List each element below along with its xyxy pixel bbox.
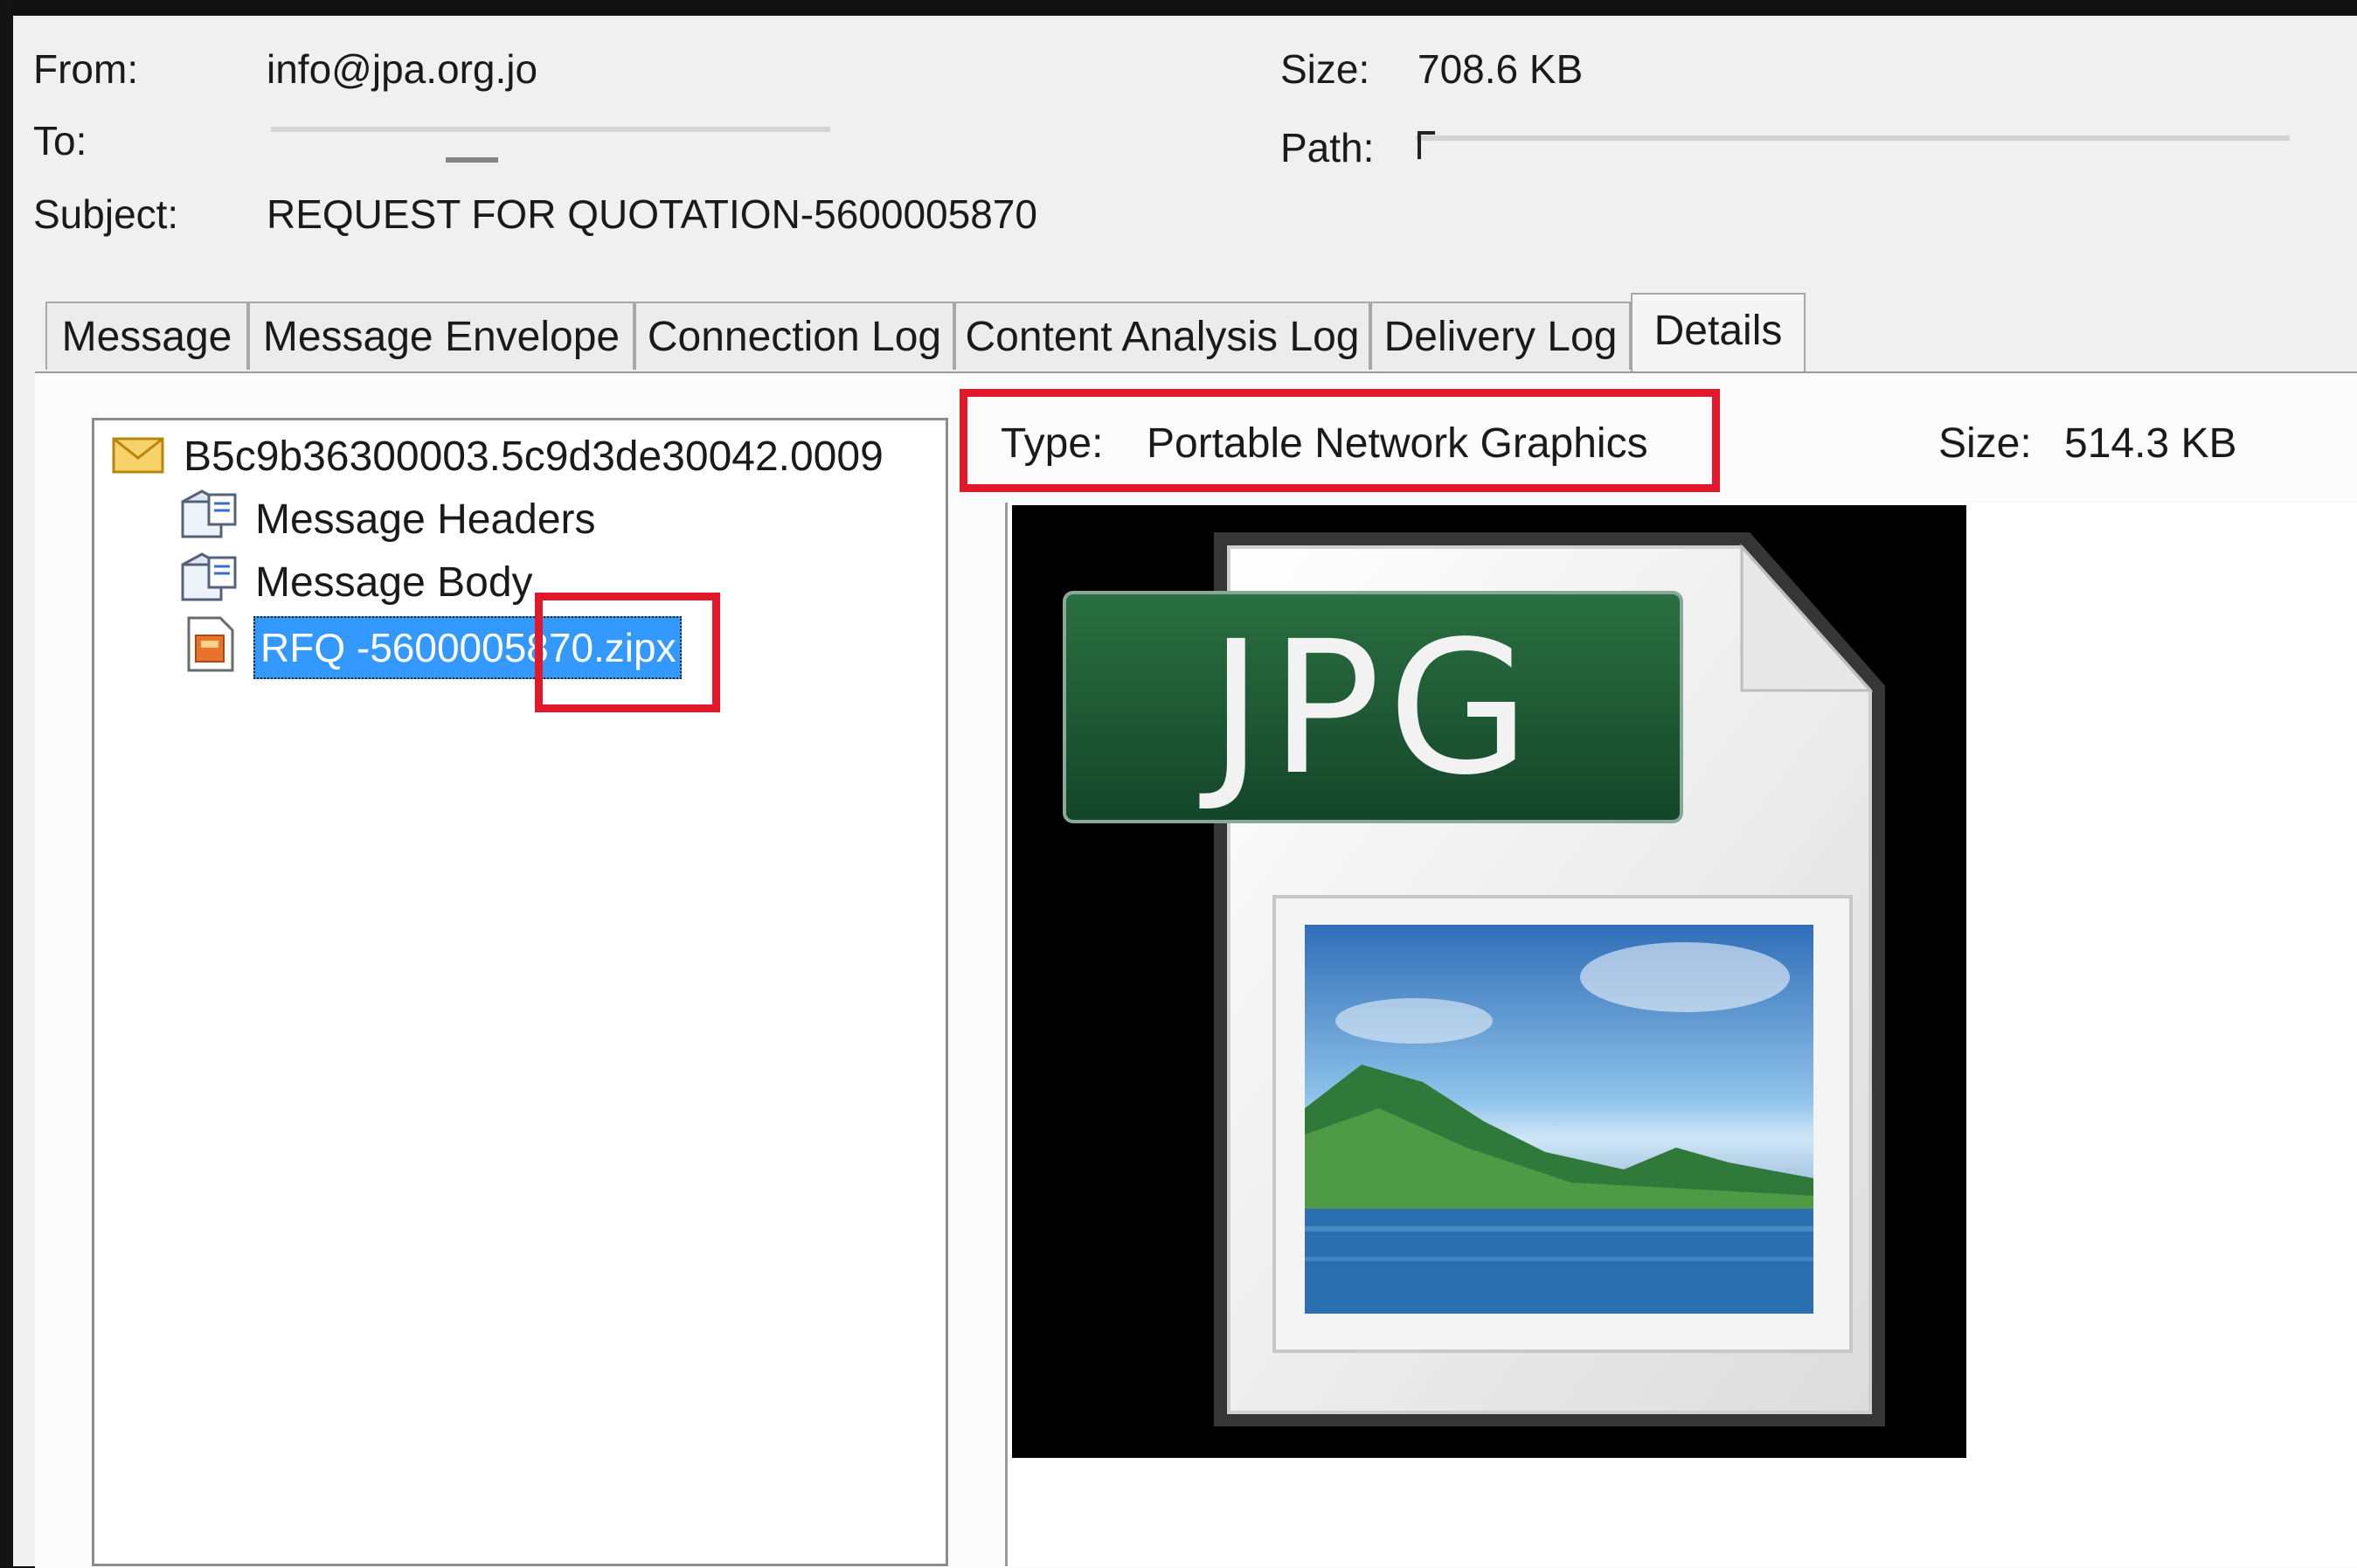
message-part-icon	[181, 552, 237, 601]
archive-file-icon	[187, 616, 234, 672]
path-value-redacted	[1416, 135, 2290, 141]
tab-message[interactable]: Message	[45, 302, 248, 370]
size-label: Size:	[1280, 46, 1370, 92]
tab-delivery-log[interactable]: Delivery Log	[1370, 302, 1631, 370]
file-type-label: Type:	[1001, 420, 1104, 467]
tree-root-label[interactable]: B5c9b36300003.5c9d3de30042.0009	[184, 433, 884, 481]
tab-message-envelope[interactable]: Message Envelope	[248, 302, 634, 370]
file-size-label: Size:	[1938, 420, 2032, 467]
subject-value: REQUEST FOR QUOTATION-5600005870	[267, 191, 1037, 237]
to-value-redacted-mark	[446, 157, 498, 163]
jpg-badge-text: JPG	[1199, 601, 1536, 815]
from-label: From:	[33, 46, 139, 92]
tree-item-message-headers[interactable]: Message Headers	[255, 496, 596, 544]
message-part-icon	[181, 489, 237, 538]
file-type-value: Portable Network Graphics	[1147, 420, 1648, 467]
file-size-value: 514.3 KB	[2064, 420, 2237, 467]
to-label: To:	[33, 118, 87, 163]
tab-details[interactable]: Details	[1631, 293, 1806, 371]
path-label: Path:	[1280, 125, 1375, 170]
screen-background-top	[0, 0, 2357, 16]
path-value-mark	[1418, 131, 1435, 159]
tab-content-analysis-log[interactable]: Content Analysis Log	[954, 302, 1370, 370]
tree-item-message-body[interactable]: Message Body	[255, 559, 533, 607]
envelope-icon	[112, 437, 164, 474]
subject-label: Subject:	[33, 191, 179, 237]
screen-background-left	[0, 0, 13, 1566]
attachment-extension-highlight	[535, 593, 720, 712]
from-value: info@jpa.org.jo	[267, 46, 538, 92]
jpg-file-icon: JPG	[1063, 532, 1885, 1426]
preview-image: JPG	[1012, 505, 1966, 1458]
to-value-redacted	[271, 127, 830, 132]
size-value: 708.6 KB	[1418, 46, 1584, 92]
tab-connection-log[interactable]: Connection Log	[634, 302, 954, 370]
